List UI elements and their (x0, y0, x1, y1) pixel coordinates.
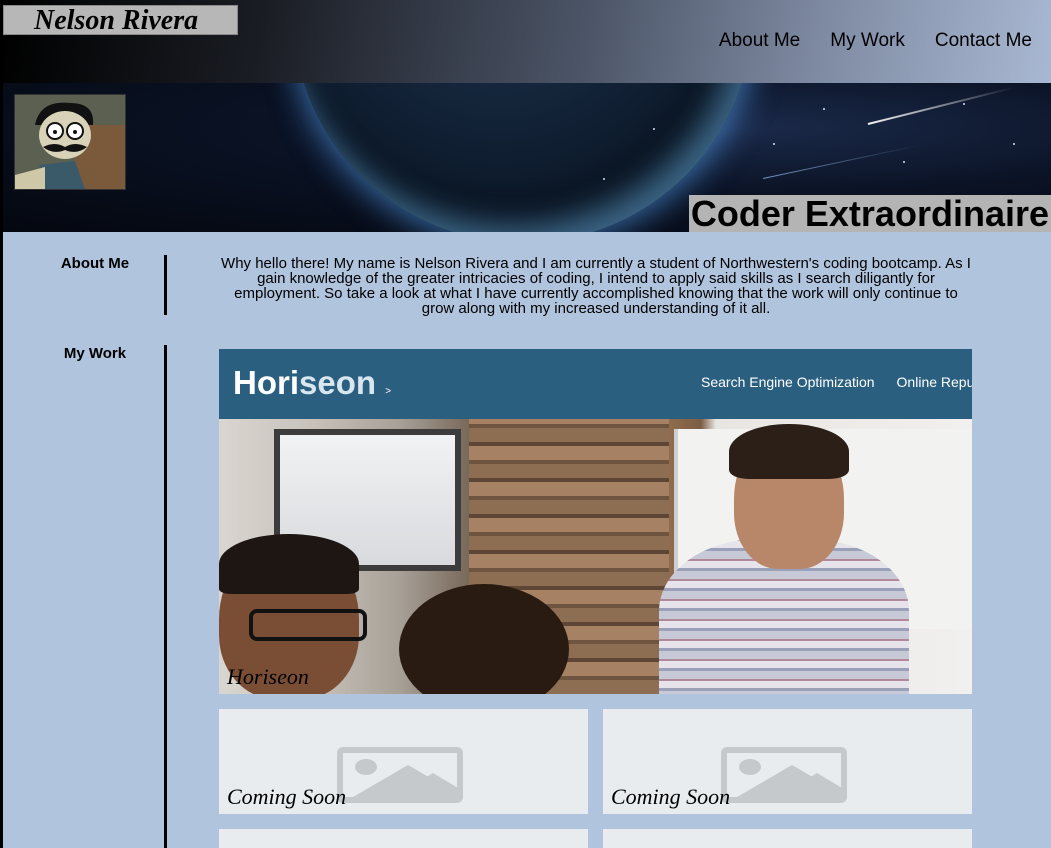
project-card[interactable] (603, 829, 972, 848)
project-card[interactable] (219, 829, 588, 848)
horiseon-nav-bar: Horiseon > Search Engine Optimization Onl… (219, 349, 972, 419)
star (1013, 143, 1015, 145)
star (963, 103, 965, 105)
main-nav: About Me My Work Contact Me (719, 30, 1032, 52)
nav-about-me[interactable]: About Me (719, 30, 800, 52)
image-placeholder-icon (337, 747, 463, 803)
hero-comet (867, 86, 1014, 125)
project-card[interactable]: Coming Soon (603, 709, 972, 814)
photo-person (729, 424, 849, 479)
hero-tagline: Coder Extraordinaire (688, 193, 1051, 232)
profile-avatar (14, 94, 126, 190)
about-divider (164, 255, 167, 315)
project-horiseon[interactable]: Horiseon > Search Engine Optimization Onl… (219, 349, 972, 694)
star (653, 128, 655, 130)
site-header: Nelson Rivera About Me My Work Contact M… (3, 0, 1051, 83)
star (823, 108, 825, 110)
star (773, 143, 775, 145)
work-divider (164, 345, 167, 848)
horiseon-link: Search Engine Optimization (701, 374, 875, 390)
project-card[interactable]: Coming Soon (219, 709, 588, 814)
horiseon-hero-photo (219, 419, 972, 694)
page-left-edge (0, 0, 3, 848)
project-caption: Horiseon (227, 664, 309, 689)
photo-person (249, 609, 367, 641)
about-heading: About Me (60, 255, 130, 272)
nav-contact-me[interactable]: Contact Me (935, 30, 1032, 52)
photo-person (219, 534, 359, 594)
horiseon-nav-links: Search Engine Optimization Online Reput (701, 374, 972, 390)
star (603, 178, 605, 180)
work-heading: My Work (63, 345, 127, 362)
site-brand[interactable]: Nelson Rivera (3, 5, 238, 36)
horiseon-logo: Horiseon > (233, 364, 392, 401)
star (903, 161, 905, 163)
project-caption: Coming Soon (611, 784, 731, 809)
project-caption: Coming Soon (227, 784, 347, 809)
nav-my-work[interactable]: My Work (830, 30, 905, 52)
hero-banner: Coder Extraordinaire (3, 83, 1051, 232)
horiseon-link: Online Reput (896, 374, 972, 390)
about-text: Why hello there! My name is Nelson River… (221, 255, 971, 317)
image-placeholder-icon (721, 747, 847, 803)
hero-comet-trail (762, 144, 920, 179)
hero-planet-image (293, 83, 753, 232)
